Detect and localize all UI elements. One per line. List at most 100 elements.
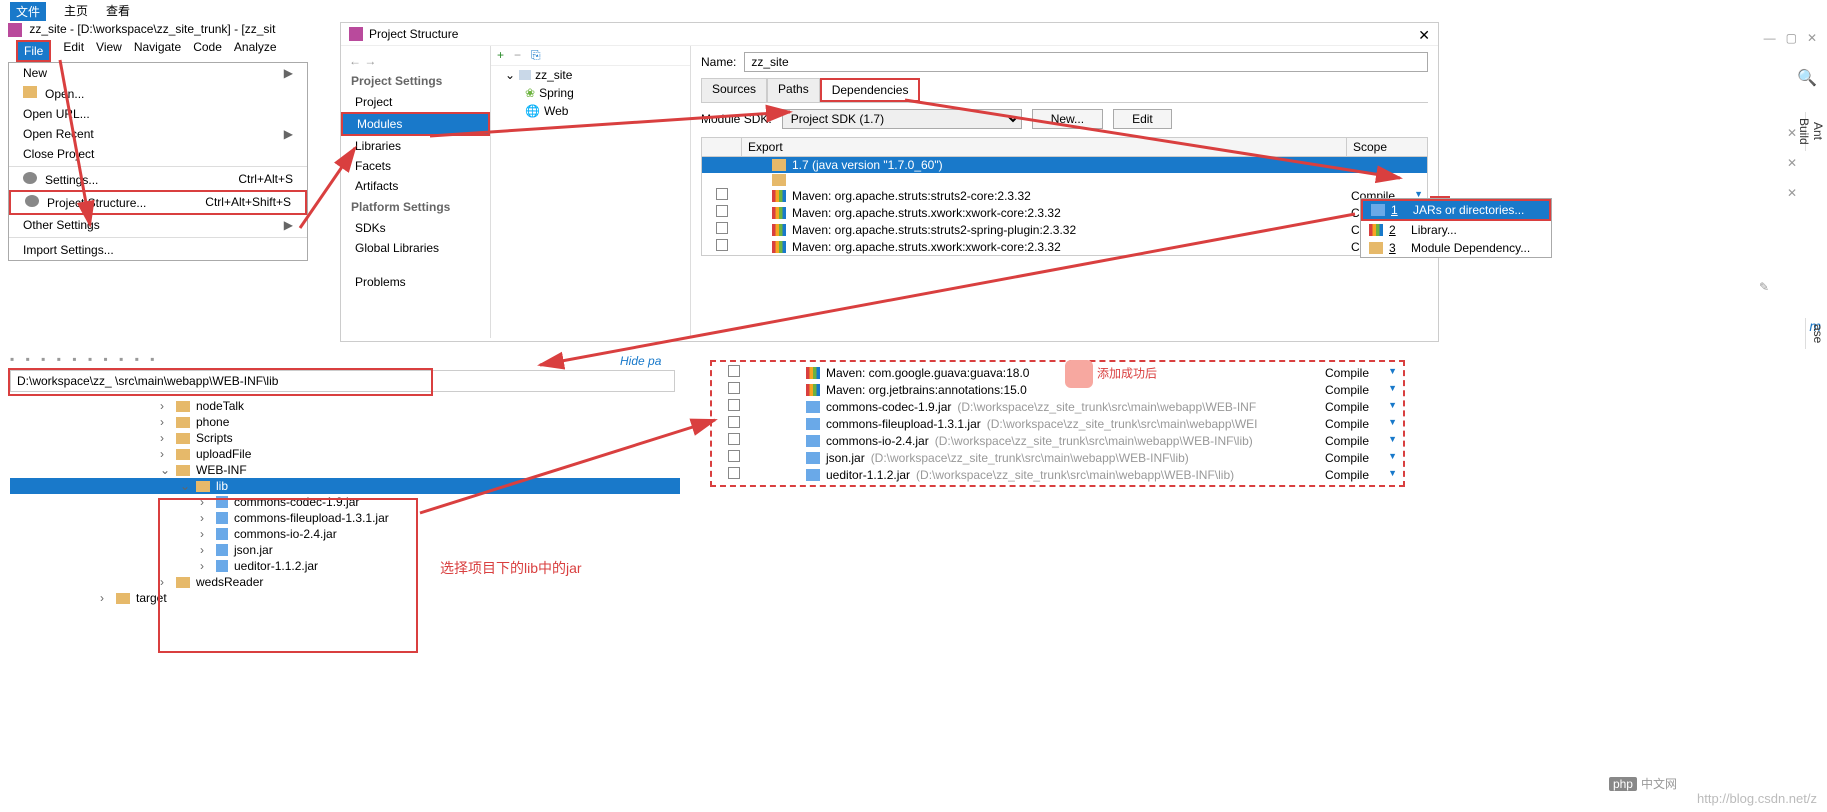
tree-folder[interactable]: ›phone [10, 414, 680, 430]
facet-spring[interactable]: ❀Spring [491, 84, 690, 102]
sidebar-project[interactable]: Project [341, 92, 490, 112]
close-button[interactable]: ✕ [1418, 27, 1430, 44]
menu-edit[interactable]: Edit [63, 40, 84, 62]
menu-open-url[interactable]: Open URL... [9, 104, 307, 124]
close-icon[interactable]: ✕ [1787, 186, 1797, 200]
export-checkbox[interactable] [728, 467, 740, 479]
menu-other-settings[interactable]: Other Settings▶ [9, 215, 307, 235]
tree-jar[interactable]: ›commons-codec-1.9.jar [10, 494, 680, 510]
search-icon[interactable]: 🔍 [1797, 68, 1817, 88]
module-tabs: Sources Paths Dependencies [701, 78, 1428, 103]
tab-view[interactable]: 查看 [106, 2, 130, 21]
menu-new[interactable]: New▶ [9, 63, 307, 83]
database-tab[interactable]: ase [1805, 318, 1827, 349]
menu-close-project[interactable]: Close Project [9, 144, 307, 164]
dependency-row[interactable]: commons-codec-1.9.jar (D:\workspace\zz_s… [714, 398, 1401, 415]
lib-icon [806, 418, 820, 430]
menu-import-settings[interactable]: Import Settings... [9, 240, 307, 260]
tree-folder-target[interactable]: ›target [10, 590, 680, 606]
project-structure-dialog: Project Structure ✕ ← → Project Settings… [340, 22, 1439, 342]
menu-file[interactable]: File [16, 40, 51, 62]
new-button[interactable]: New... [1032, 109, 1103, 129]
name-input[interactable] [744, 52, 1428, 72]
annotation-success: 添加成功后 [1065, 360, 1157, 388]
export-checkbox[interactable] [728, 382, 740, 394]
dependency-row[interactable]: commons-io-2.4.jar (D:\workspace\zz_site… [714, 432, 1401, 449]
close-icon[interactable]: ✕ [1787, 156, 1797, 170]
export-checkbox[interactable] [716, 222, 728, 234]
close-icon[interactable]: ✕ [1807, 31, 1817, 45]
menu-open[interactable]: Open... [9, 83, 307, 104]
tree-jar[interactable]: ›json.jar [10, 542, 680, 558]
export-checkbox[interactable] [716, 188, 728, 200]
export-checkbox[interactable] [728, 450, 740, 462]
spring-icon: ❀ [525, 86, 535, 100]
folder-icon [23, 86, 37, 98]
sidebar-sdks[interactable]: SDKs [341, 218, 490, 238]
minimize-icon[interactable]: — [1764, 31, 1776, 45]
export-checkbox[interactable] [716, 205, 728, 217]
export-checkbox[interactable] [716, 239, 728, 251]
export-checkbox[interactable] [728, 416, 740, 428]
sidebar-artifacts[interactable]: Artifacts [341, 176, 490, 196]
dependency-row[interactable]: ueditor-1.1.2.jar (D:\workspace\zz_site_… [714, 466, 1401, 483]
tree-jar[interactable]: ›commons-fileupload-1.3.1.jar [10, 510, 680, 526]
dependency-row[interactable]: json.jar (D:\workspace\zz_site_trunk\src… [714, 449, 1401, 466]
dependency-row[interactable] [702, 173, 1427, 187]
added-dependencies: Maven: com.google.guava:guava:18.0 Compi… [710, 360, 1405, 487]
remove-icon[interactable]: − [514, 48, 521, 63]
edit-button[interactable]: Edit [1113, 109, 1172, 129]
tab-paths[interactable]: Paths [767, 78, 820, 102]
add-icon[interactable]: + [497, 48, 504, 63]
module-root[interactable]: ⌄zz_site [491, 66, 690, 84]
dependency-row[interactable]: Maven: org.apache.struts.xwork:xwork-cor… [702, 204, 1427, 221]
menu-project-structure[interactable]: Project Structure...Ctrl+Alt+Shift+S [9, 190, 307, 215]
export-checkbox[interactable] [728, 433, 740, 445]
close-icon[interactable]: ✕ [1787, 126, 1797, 140]
sidebar-facets[interactable]: Facets [341, 156, 490, 176]
dependency-row[interactable]: Maven: org.apache.struts.xwork:xwork-cor… [702, 238, 1427, 255]
menu-view[interactable]: View [96, 40, 122, 62]
dependency-row[interactable]: commons-fileupload-1.3.1.jar (D:\workspa… [714, 415, 1401, 432]
tab-sources[interactable]: Sources [701, 78, 767, 102]
export-checkbox[interactable] [728, 365, 740, 377]
edit-icon[interactable]: ✎ [1759, 280, 1769, 294]
export-checkbox[interactable] [728, 399, 740, 411]
dependency-row[interactable]: Maven: org.apache.struts:struts2-spring-… [702, 221, 1427, 238]
sdk-select[interactable]: Project SDK (1.7) [782, 109, 1022, 129]
tree-jar[interactable]: ›commons-io-2.4.jar [10, 526, 680, 542]
add-library[interactable]: 2 Library... [1361, 221, 1551, 239]
path-input[interactable]: D:\workspace\zz_ \src\main\webapp\WEB-IN… [10, 370, 675, 392]
menu-analyze[interactable]: Analyze [234, 40, 277, 62]
tree-folder-lib[interactable]: ⌄lib [10, 478, 680, 494]
maximize-icon[interactable]: ▢ [1786, 31, 1797, 45]
jar-icon [216, 512, 228, 524]
menu-open-recent[interactable]: Open Recent▶ [9, 124, 307, 144]
facet-web[interactable]: 🌐Web [491, 102, 690, 120]
ant-build-tab[interactable]: Ant Build [1805, 112, 1827, 151]
tree-folder[interactable]: ›Scripts [10, 430, 680, 446]
copy-icon[interactable]: ⎘ [531, 48, 541, 63]
add-module-dep[interactable]: 3 Module Dependency... [1361, 239, 1551, 257]
tree-folder[interactable]: ›nodeTalk [10, 398, 680, 414]
menu-code[interactable]: Code [193, 40, 222, 62]
tree-folder-webinf[interactable]: ⌄WEB-INF [10, 462, 680, 478]
nav-arrows[interactable]: ← → [341, 52, 490, 70]
dependency-row[interactable]: 1.7 (java version "1.7.0_60") [702, 157, 1427, 173]
add-jars[interactable]: 1 JARs or directories... [1363, 201, 1549, 219]
tab-home[interactable]: 主页 [64, 2, 88, 21]
hide-path-link[interactable]: Hide pa [620, 354, 661, 368]
dependency-row[interactable]: Maven: com.google.guava:guava:18.0 Compi… [714, 364, 1401, 381]
tree-folder[interactable]: ›uploadFile [10, 446, 680, 462]
menu-settings[interactable]: Settings...Ctrl+Alt+S [9, 169, 307, 190]
tab-dependencies[interactable]: Dependencies [820, 78, 921, 102]
sidebar-problems[interactable]: Problems [341, 272, 490, 292]
sidebar-libraries[interactable]: Libraries [341, 136, 490, 156]
tab-file[interactable]: 文件 [10, 2, 46, 21]
settings-sidebar: ← → Project Settings Project Modules Lib… [341, 46, 491, 338]
sidebar-modules[interactable]: Modules [341, 112, 490, 136]
dependency-row[interactable]: Maven: org.jetbrains:annotations:15.0 Co… [714, 381, 1401, 398]
menu-navigate[interactable]: Navigate [134, 40, 181, 62]
dependency-row[interactable]: Maven: org.apache.struts:struts2-core:2.… [702, 187, 1427, 204]
sidebar-global-libs[interactable]: Global Libraries [341, 238, 490, 258]
